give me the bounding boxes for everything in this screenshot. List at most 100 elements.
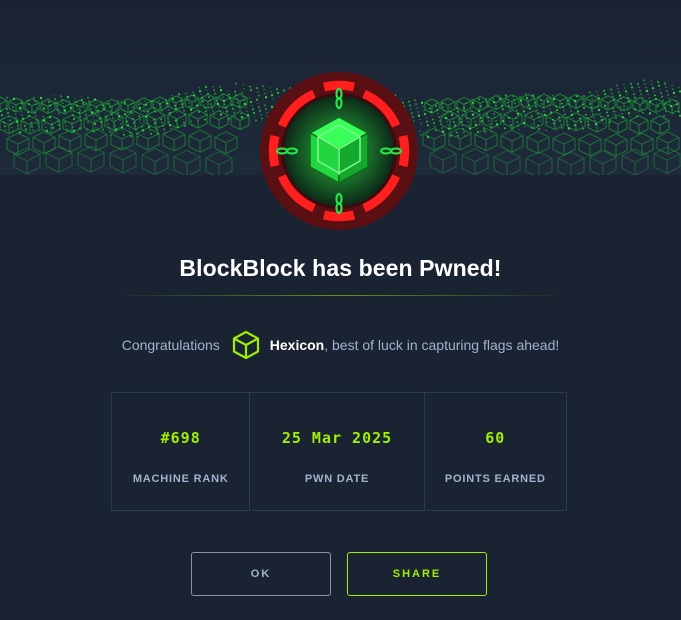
banner-dot [131,114,133,116]
banner-dot [98,114,100,116]
banner-dot [255,119,257,122]
banner-dot [159,118,163,121]
banner-dot [11,127,13,129]
banner-dot [203,104,205,106]
stat-value: 60 [485,429,506,447]
banner-dot [488,120,490,122]
banner-dot [656,113,658,115]
banner-dot [632,90,634,92]
banner-dot [630,83,632,85]
banner-dot [111,117,115,120]
banner-dot [504,127,506,129]
banner-dot [426,124,430,127]
banner-dot [468,124,470,127]
congrats-prefix: Congratulations [121,337,220,353]
banner-dot [641,108,643,110]
banner-dot [252,108,254,111]
banner-dot [110,110,112,112]
banner-dot [18,106,22,110]
banner-dot [677,107,679,109]
banner-dot [549,108,551,110]
banner-dot [108,106,112,109]
banner-dot [177,93,181,96]
stat-value: #698 [160,429,201,447]
banner-dot [194,98,196,100]
banner-dot [518,128,520,130]
banner-dot [656,102,658,104]
banner-dot [233,111,235,113]
banner-dot [446,121,448,123]
banner-dot [206,89,208,91]
banner-dot [224,103,226,105]
banner-dot [420,134,422,136]
ok-button[interactable]: OK [191,552,331,596]
banner-dot [665,86,667,88]
banner-dot [50,108,52,110]
banner-dot [42,107,46,110]
banner-dot [107,123,109,125]
banner-dot [198,86,200,89]
banner-dot [150,132,152,135]
banner-dot [596,91,598,93]
banner-dot [560,123,562,125]
banner-dot [516,121,518,123]
banner-dot [0,114,4,117]
banner-dot [212,86,214,88]
banner-dot [603,89,605,92]
banner-dot [671,84,673,86]
banner-dot [117,111,119,114]
banner-dot [95,127,97,129]
banner-dot [240,91,244,95]
share-button[interactable]: SHARE [347,552,487,596]
banner-dot [636,82,640,86]
banner-dot [669,101,671,104]
banner-dot [158,100,160,102]
banner-dot [456,131,458,134]
banner-dot [591,98,593,100]
banner-dot [104,112,106,114]
banner-dot [543,110,545,113]
banner-dot [5,105,7,107]
banner-dot [138,103,140,106]
banner-dot [545,129,547,131]
banner-dot [42,115,44,118]
banner-dot [65,125,67,127]
banner-dot [638,86,640,88]
banner-dot [569,107,571,109]
banner-dot [558,119,562,123]
stat-machine-rank: #698 MACHINE RANK [112,393,251,510]
banner-dot [50,120,52,122]
stat-label: MACHINE RANK [132,473,229,485]
banner-dot [183,110,185,112]
banner-dot [585,113,587,116]
banner-dot [207,96,211,99]
username[interactable]: Hexicon [270,337,324,353]
banner-dot [95,102,97,104]
banner-dot [500,101,502,103]
banner-dot [93,122,97,126]
banner-dot [627,112,631,115]
banner-dot [167,106,169,108]
banner-dot [68,100,70,102]
banner-dot [530,123,532,125]
banner-dot [252,111,256,115]
banner-dot [245,107,247,109]
congrats-message: Congratulations Hexicon , best of luck i… [0,327,681,363]
banner-dot [624,87,626,89]
banner-dot [120,122,122,125]
banner-dot [461,124,463,127]
banner-dot [597,108,601,112]
banner-dot [431,115,433,117]
banner-dot [591,109,593,112]
banner-dot [146,107,148,109]
banner-dot [192,91,194,93]
banner-dot [29,118,31,120]
banner-dot [470,131,472,133]
banner-dot [497,127,499,129]
banner-dot [149,129,151,131]
banner-dot [483,127,485,129]
banner-dot [660,95,664,98]
banner-dot [219,85,221,88]
banner-dot [101,100,103,103]
banner-dot [654,94,656,97]
